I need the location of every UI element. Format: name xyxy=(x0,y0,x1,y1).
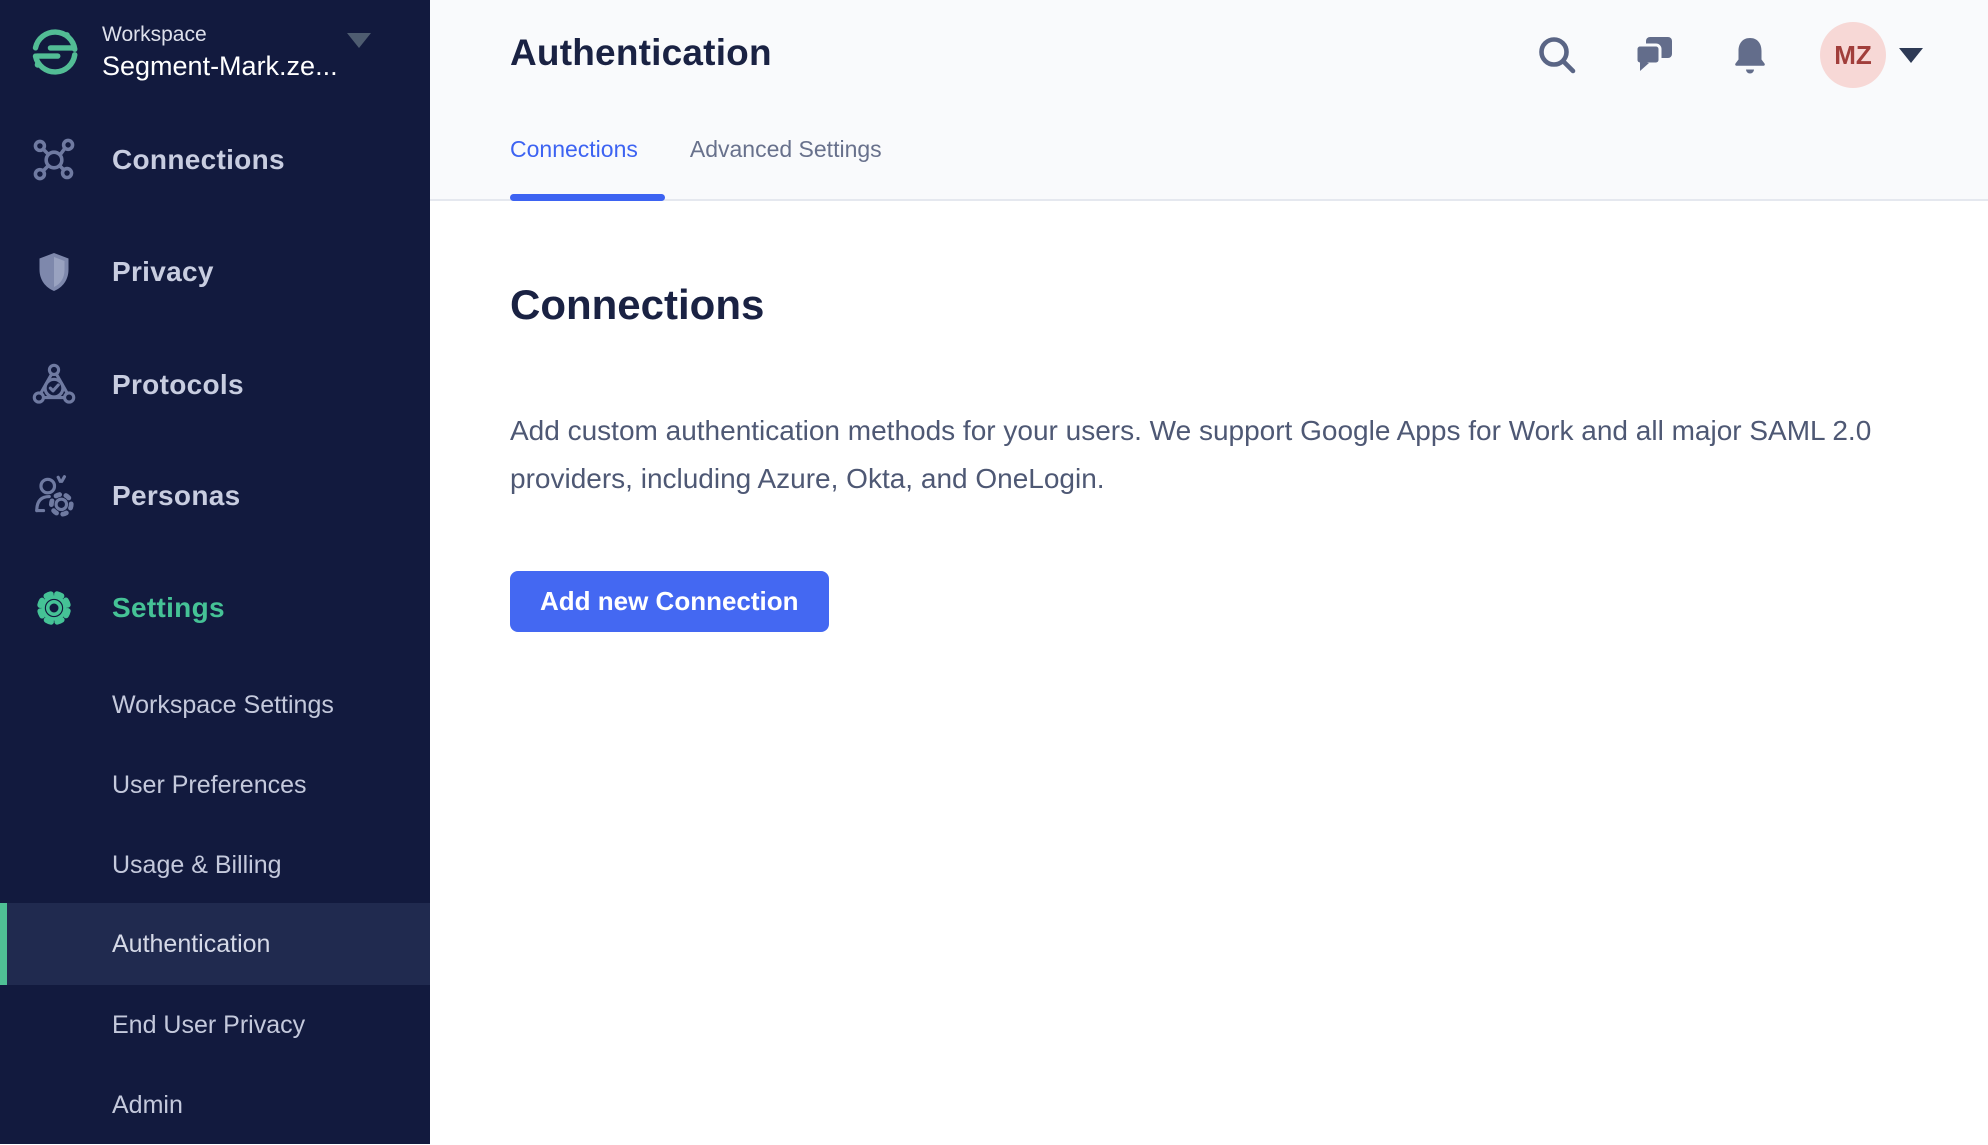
page-header: Authentication Connections Advanced Sett… xyxy=(430,0,1988,201)
tab-advanced-settings[interactable]: Advanced Settings xyxy=(690,136,882,163)
sidebar-subitem-label: Admin xyxy=(112,1091,183,1120)
workspace-switcher[interactable]: Workspace Segment-Mark.ze... xyxy=(26,12,406,92)
segment-logo xyxy=(26,23,84,81)
sidebar-item-personas[interactable]: Personas xyxy=(0,465,430,527)
search-icon xyxy=(1534,32,1582,80)
sidebar-subitem-workspace-settings[interactable]: Workspace Settings xyxy=(0,665,430,745)
sidebar-item-settings[interactable]: Settings xyxy=(0,577,430,639)
section-heading: Connections xyxy=(510,281,764,329)
avatar[interactable]: MZ xyxy=(1820,22,1886,88)
sidebar-item-label: Connections xyxy=(112,144,285,176)
sidebar: Workspace Segment-Mark.ze... Connections xyxy=(0,0,430,1144)
sidebar-subitem-label: Usage & Billing xyxy=(112,851,282,880)
sidebar-subitem-authentication[interactable]: Authentication xyxy=(0,903,430,985)
sidebar-subitem-label: User Preferences xyxy=(112,771,307,800)
section-description: Add custom authentication methods for yo… xyxy=(510,407,1980,503)
sidebar-subitem-admin[interactable]: Admin xyxy=(0,1065,430,1145)
connections-icon xyxy=(28,134,80,186)
gear-icon xyxy=(28,582,80,634)
notifications-button[interactable] xyxy=(1722,28,1778,84)
protocols-icon xyxy=(28,359,80,411)
sidebar-item-protocols[interactable]: Protocols xyxy=(0,354,430,416)
sidebar-item-connections[interactable]: Connections xyxy=(0,129,430,191)
workspace-caret-icon[interactable] xyxy=(347,33,371,48)
active-indicator xyxy=(0,903,7,985)
avatar-initials: MZ xyxy=(1834,40,1872,71)
workspace-eyebrow: Workspace xyxy=(102,22,338,47)
chat-button[interactable] xyxy=(1626,28,1682,84)
sidebar-item-label: Personas xyxy=(112,480,240,512)
sidebar-item-label: Privacy xyxy=(112,256,214,288)
tab-bar: Connections Advanced Settings xyxy=(510,136,882,163)
personas-icon xyxy=(28,470,80,522)
sidebar-subitem-user-preferences[interactable]: User Preferences xyxy=(0,745,430,825)
sidebar-subitem-label: End User Privacy xyxy=(112,1011,305,1040)
sidebar-subitem-label: Authentication xyxy=(112,930,270,959)
chat-icon xyxy=(1630,32,1678,80)
active-tab-underline xyxy=(510,194,665,201)
sidebar-item-label: Protocols xyxy=(112,369,244,401)
bell-icon xyxy=(1726,32,1774,80)
sidebar-subitem-end-user-privacy[interactable]: End User Privacy xyxy=(0,985,430,1065)
sidebar-subitem-label: Workspace Settings xyxy=(112,691,334,720)
shield-icon xyxy=(28,246,80,298)
avatar-caret-icon[interactable] xyxy=(1899,48,1923,63)
page-title: Authentication xyxy=(510,32,772,74)
sidebar-item-privacy[interactable]: Privacy xyxy=(0,241,430,303)
tab-connections[interactable]: Connections xyxy=(510,136,638,163)
main-content: Connections Add custom authentication me… xyxy=(430,201,1988,1144)
add-new-connection-button[interactable]: Add new Connection xyxy=(510,571,829,632)
search-button[interactable] xyxy=(1530,28,1586,84)
sidebar-item-label: Settings xyxy=(112,592,225,624)
workspace-text: Workspace Segment-Mark.ze... xyxy=(102,22,338,82)
workspace-name: Segment-Mark.ze... xyxy=(102,51,338,82)
sidebar-subitem-usage-billing[interactable]: Usage & Billing xyxy=(0,825,430,905)
